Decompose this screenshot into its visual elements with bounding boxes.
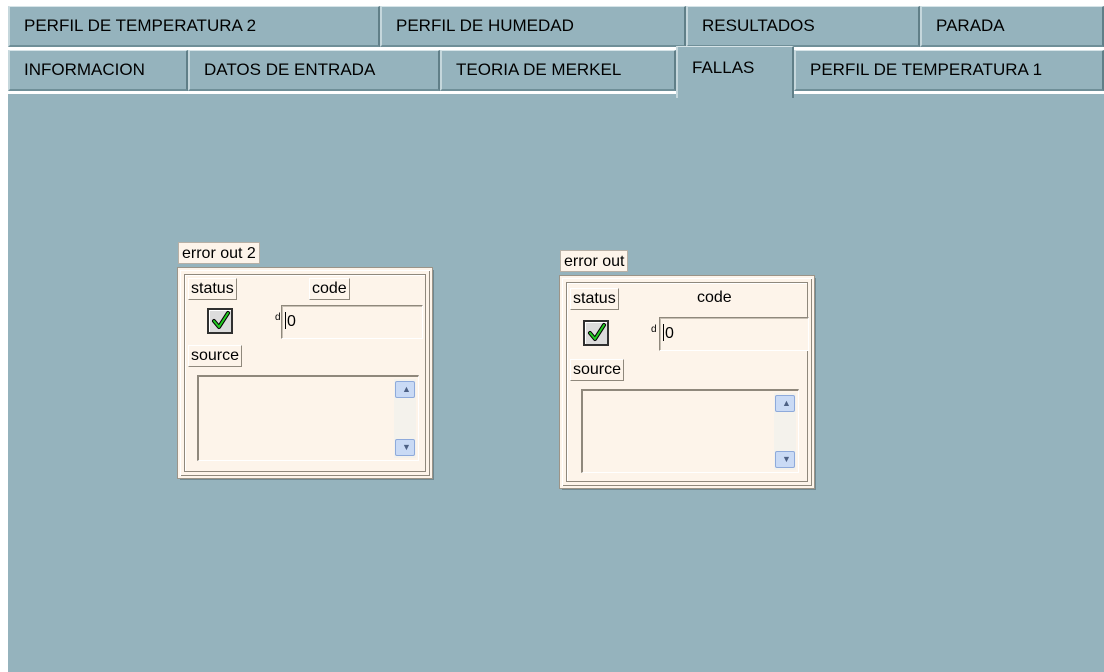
tab-perfil-de-temperatura-2[interactable]: PERFIL DE TEMPERATURA 2 [8,6,380,47]
scroll-up-icon: ▲ [402,384,411,394]
text-cursor [663,324,664,341]
code-label: code [695,288,734,310]
error-cluster-error-out: error out status code d 0 source ▲ ▼ [559,250,818,494]
scroll-up-button[interactable]: ▲ [395,381,415,398]
scroll-down-button[interactable]: ▼ [775,451,795,468]
code-numeric-field[interactable]: 0 [281,305,423,339]
tab-parada[interactable]: PARADA [920,6,1104,47]
cluster-frame: status code d 0 source ▲ ▼ [184,274,426,472]
cluster-body: status code d 0 source ▲ ▼ [177,267,433,479]
code-radix-indicator: d [651,324,657,335]
scroll-down-button[interactable]: ▼ [395,439,415,456]
cluster-label: error out [560,250,629,272]
status-label: status [188,278,237,300]
cluster-frame: status code d 0 source ▲ ▼ [566,282,809,482]
tab-perfil-de-temperatura-1[interactable]: PERFIL DE TEMPERATURA 1 [794,50,1104,91]
checkmark-icon [212,311,230,329]
text-cursor [285,312,286,329]
source-text-field[interactable]: ▲ ▼ [581,389,799,473]
checkmark-icon [588,323,606,341]
tab-label: FALLAS [692,58,755,77]
code-numeric-field[interactable]: 0 [659,317,809,351]
tab-perfil-de-humedad[interactable]: PERFIL DE HUMEDAD [380,6,686,47]
scroll-up-icon: ▲ [782,398,791,408]
source-scrollbar[interactable]: ▲ ▼ [394,379,416,458]
tab-label: TEORIA DE MERKEL [456,60,622,79]
tab-label: PARADA [936,16,1005,35]
tab-resultados[interactable]: RESULTADOS [686,6,920,47]
tab-label: DATOS DE ENTRADA [204,60,376,79]
error-cluster-error-out-2: error out 2 status code d 0 source ▲ ▼ [177,242,436,486]
scroll-down-icon: ▼ [402,442,411,452]
code-radix-indicator: d [275,312,281,323]
cluster-body: status code d 0 source ▲ ▼ [559,275,815,489]
source-scrollbar[interactable]: ▲ ▼ [774,393,796,470]
tab-control: error out 2 status code d 0 source ▲ ▼ e… [8,6,1104,672]
tab-label: RESULTADOS [702,16,815,35]
scroll-down-icon: ▼ [782,454,791,464]
tab-label: PERFIL DE TEMPERATURA 2 [24,16,257,35]
tab-label: PERFIL DE HUMEDAD [396,16,574,35]
tab-panel-fallas: error out 2 status code d 0 source ▲ ▼ e… [8,94,1104,672]
status-label: status [570,288,619,310]
status-checkbox[interactable] [207,308,233,334]
source-label: source [570,359,625,381]
cluster-label: error out 2 [178,242,260,264]
scroll-up-button[interactable]: ▲ [775,395,795,412]
tab-teoria-de-merkel[interactable]: TEORIA DE MERKEL [440,50,676,91]
source-label: source [188,345,243,367]
source-text-field[interactable]: ▲ ▼ [197,375,419,461]
status-checkbox[interactable] [583,320,609,346]
tab-informacion[interactable]: INFORMACION [8,50,188,91]
tab-fallas[interactable]: FALLAS [676,46,794,98]
code-value: 0 [287,313,296,330]
code-label: code [309,278,350,300]
tab-datos-de-entrada[interactable]: DATOS DE ENTRADA [188,50,440,91]
tab-label: INFORMACION [24,60,145,79]
code-value: 0 [665,325,674,342]
tab-label: PERFIL DE TEMPERATURA 1 [810,60,1043,79]
